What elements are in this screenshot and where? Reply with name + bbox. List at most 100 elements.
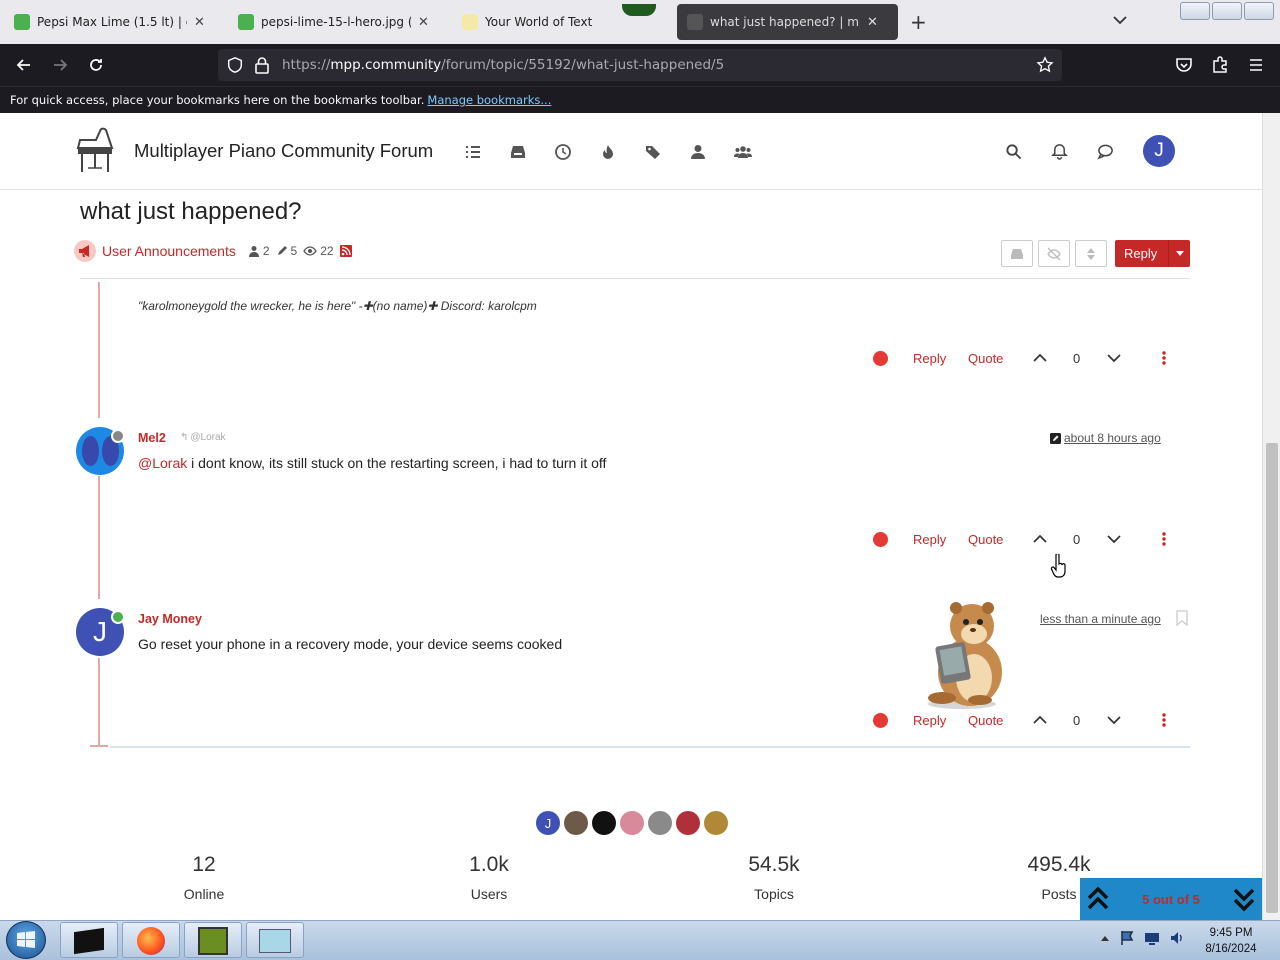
post-reply-button[interactable]: Reply [913, 713, 946, 728]
taskbar-app-game[interactable] [184, 922, 242, 958]
pocket-button[interactable] [1174, 55, 1194, 75]
post-author[interactable]: Mel2 [138, 431, 166, 445]
post-quote-button[interactable]: Quote [968, 351, 1003, 366]
piano-logo-icon[interactable] [74, 126, 118, 176]
extensions-button[interactable] [1210, 55, 1230, 75]
bookmark-post-button[interactable] [1176, 610, 1188, 626]
groups-icon[interactable] [734, 143, 752, 161]
start-button[interactable] [6, 921, 46, 959]
clock-time: 9:45 PM [1209, 927, 1253, 939]
restore-button[interactable] [1212, 2, 1242, 20]
post-reply-button[interactable]: Reply [913, 351, 946, 366]
reactions-icon[interactable] [873, 532, 888, 547]
timeline-end [90, 745, 108, 747]
browser-tab-active[interactable]: what just happened? | mpp.com ✕ [677, 4, 898, 40]
scrollbar-thumb[interactable] [1266, 443, 1278, 913]
chat-icon[interactable] [1097, 143, 1114, 160]
post-quote-button[interactable]: Quote [968, 713, 1003, 728]
eye-slash-icon [1047, 247, 1061, 260]
back-button[interactable] [14, 55, 34, 75]
double-chevron-down-icon[interactable] [1232, 886, 1256, 912]
fire-icon[interactable] [599, 143, 617, 161]
rss-icon[interactable] [339, 245, 352, 257]
taskbar-app-firefox[interactable] [122, 922, 180, 958]
offline-status-dot [111, 429, 125, 443]
header-tools [1005, 143, 1114, 160]
flag-icon[interactable] [1119, 930, 1135, 946]
pagination-label[interactable]: 5 out of 5 [1142, 892, 1200, 907]
back-arrow-icon [16, 59, 30, 71]
avatar[interactable] [648, 811, 672, 835]
reply-dropdown-caret[interactable] [1168, 240, 1190, 267]
browser-tab-2[interactable]: pepsi-lime-15-l-hero.jpg (JPEG ✕ [228, 4, 442, 40]
avatar[interactable] [704, 811, 728, 835]
category-link[interactable]: User Announcements [102, 243, 236, 259]
url-bar[interactable]: https://mpp.community/forum/topic/55192/… [218, 49, 1062, 81]
chevron-down-icon [1113, 16, 1127, 25]
views-stat: 22 [303, 244, 334, 258]
manage-bookmarks-link[interactable]: Manage bookmarks... [427, 93, 551, 107]
inbox-icon[interactable] [509, 143, 527, 161]
close-tab-icon[interactable]: ✕ [418, 15, 429, 30]
post-timestamp-link[interactable]: less than a minute ago [1040, 612, 1161, 626]
tray-expand-icon[interactable] [1100, 934, 1110, 942]
forward-button[interactable] [50, 55, 70, 75]
user-mention[interactable]: @Lorak [138, 455, 187, 471]
reactions-icon[interactable] [873, 351, 888, 366]
sort-button[interactable] [1075, 240, 1107, 267]
taskbar-app-files[interactable] [246, 922, 304, 958]
avatar[interactable] [592, 811, 616, 835]
person-icon [248, 246, 259, 257]
upvote-icon[interactable] [1033, 353, 1047, 362]
avatar[interactable]: J [536, 811, 560, 835]
search-icon[interactable] [1005, 143, 1022, 160]
minimize-button[interactable] [1180, 2, 1210, 20]
app-menu-button[interactable] [1246, 55, 1266, 75]
volume-icon[interactable] [1169, 930, 1185, 946]
reload-button[interactable] [86, 55, 106, 75]
user-icon[interactable] [689, 143, 707, 161]
watch-topic-button[interactable] [1038, 240, 1070, 267]
taskbar-app-terminal[interactable] [60, 922, 118, 958]
more-options-icon[interactable] [1162, 532, 1166, 546]
post-reply-button[interactable]: Reply [913, 532, 946, 547]
move-topic-button[interactable] [1001, 240, 1033, 267]
edit-icon [1050, 432, 1061, 444]
close-tab-icon[interactable]: ✕ [194, 15, 205, 30]
browser-tab-1[interactable]: Pepsi Max Lime (1.5 lt) | e-Fresh ✕ [4, 4, 218, 40]
url-domain: mpp.community [330, 57, 442, 73]
new-tab-button[interactable]: + [910, 10, 927, 34]
clock-icon[interactable] [554, 143, 572, 161]
categories-list-icon[interactable] [464, 143, 482, 161]
post-author[interactable]: Jay Money [138, 612, 202, 626]
posters-stat: 2 [248, 244, 270, 258]
downvote-icon[interactable] [1107, 354, 1121, 363]
downvote-icon[interactable] [1107, 535, 1121, 544]
post-quote-button[interactable]: Quote [968, 532, 1003, 547]
bell-icon[interactable] [1051, 143, 1068, 160]
close-tab-icon[interactable]: ✕ [867, 15, 878, 30]
upvote-icon[interactable] [1033, 534, 1047, 543]
clock[interactable]: 9:45 PM 8/16/2024 [1196, 925, 1266, 957]
network-icon[interactable] [1144, 930, 1160, 946]
tab-list-button[interactable] [1112, 14, 1128, 26]
site-name[interactable]: Multiplayer Piano Community Forum [134, 140, 433, 162]
double-chevron-up-icon[interactable] [1086, 886, 1110, 912]
reply-to-link[interactable]: ↰ @Lorak [180, 432, 226, 443]
avatar[interactable] [564, 811, 588, 835]
online-users-row: J [535, 811, 735, 835]
avatar[interactable] [620, 811, 644, 835]
user-avatar[interactable]: J [1143, 135, 1175, 167]
topic-reply-button[interactable]: Reply [1115, 240, 1190, 267]
more-options-icon[interactable] [1162, 713, 1166, 727]
hamster-sticker-image [918, 600, 1010, 710]
post-timestamp-link[interactable]: about 8 hours ago [1050, 431, 1161, 445]
downvote-icon[interactable] [1107, 716, 1121, 725]
close-window-button[interactable] [1244, 2, 1274, 20]
more-options-icon[interactable] [1162, 351, 1166, 365]
avatar[interactable] [676, 811, 700, 835]
page-scrollbar[interactable] [1262, 113, 1280, 920]
tags-icon[interactable] [644, 143, 662, 161]
reactions-icon[interactable] [873, 713, 888, 728]
upvote-icon[interactable] [1033, 715, 1047, 724]
